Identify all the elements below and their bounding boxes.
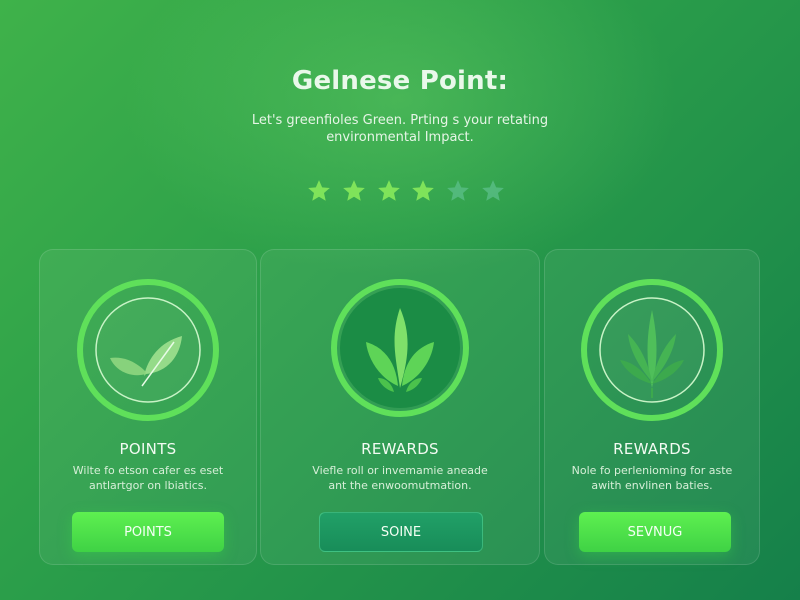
sevnug-button[interactable]: SEVNUG: [579, 512, 731, 552]
plant-sprout-icon: [331, 279, 469, 417]
card-title: REWARDS: [613, 440, 691, 458]
soine-button[interactable]: SOINE: [319, 512, 483, 552]
card-description: Nole fo perlenioming for aste awith envl…: [555, 463, 749, 493]
star-icon[interactable]: [445, 178, 471, 204]
card-description-line: Nole fo perlenioming for aste: [571, 464, 733, 477]
rewards-card: REWARDS Viefle roll or invemamie aneade …: [260, 249, 540, 565]
cannabis-leaf-icon: [581, 279, 723, 421]
page-title: Gelnese Point:: [291, 66, 509, 96]
star-icon[interactable]: [341, 178, 367, 204]
star-icon[interactable]: [480, 178, 506, 204]
star-icon[interactable]: [410, 178, 436, 204]
card-description-line: antlartgor on lbiatics.: [88, 479, 208, 492]
card-description-line: awith envlinen baties.: [591, 479, 713, 492]
card-description: Viefle roll or invemamie aneade ant the …: [271, 463, 529, 493]
leaf-outline-icon: [77, 279, 219, 421]
star-icon[interactable]: [376, 178, 402, 204]
card-description: Wilte fo etson cafer es eset antlartgor …: [50, 463, 246, 493]
rewards-card: REWARDS Nole fo perlenioming for aste aw…: [544, 249, 760, 565]
card-title: REWARDS: [361, 440, 439, 458]
card-description-line: Viefle roll or invemamie aneade: [312, 464, 488, 477]
subtitle-line: environmental Impact.: [326, 130, 474, 145]
page-subtitle: Let's greenfioles Green. Prting s your r…: [0, 112, 800, 146]
points-card: POINTS Wilte fo etson cafer es eset antl…: [39, 249, 257, 565]
card-description-line: Wilte fo etson cafer es eset: [72, 464, 224, 477]
points-button[interactable]: POINTS: [72, 512, 224, 552]
card-description-line: ant the enwoomutmation.: [328, 479, 472, 492]
star-rating[interactable]: [306, 178, 506, 208]
card-title: POINTS: [119, 440, 177, 458]
subtitle-line: Let's greenfioles Green. Prting s your r…: [251, 113, 549, 128]
star-icon[interactable]: [306, 178, 332, 204]
